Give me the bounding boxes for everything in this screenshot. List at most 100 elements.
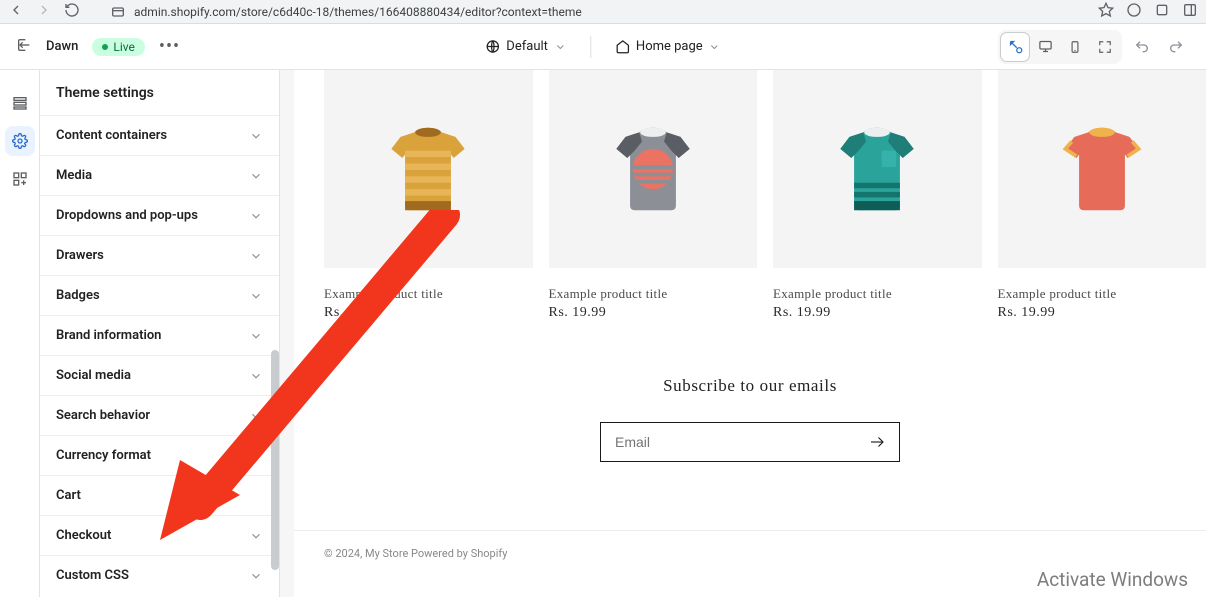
preview-footer: © 2024, My Store Powered by Shopify — [294, 530, 1206, 560]
viewport-fullscreen-icon[interactable] — [1091, 33, 1119, 61]
product-price: Rs. 19.99 — [549, 305, 758, 321]
sidebar-item-search[interactable]: Search behavior — [40, 395, 279, 435]
reload-icon[interactable] — [64, 2, 80, 22]
undo-icon[interactable] — [1128, 33, 1156, 61]
product-price: Rs. 19.99 — [324, 305, 533, 321]
redo-icon[interactable] — [1162, 33, 1190, 61]
preview-pane: Example product title Rs. 19.99 — [280, 70, 1206, 597]
page-label: Home page — [636, 39, 703, 54]
exit-icon[interactable] — [16, 37, 32, 57]
sidebar-item-currency[interactable]: Currency format — [40, 435, 279, 475]
product-price: Rs. 19.99 — [773, 305, 982, 321]
divider — [590, 36, 591, 58]
more-menu-icon[interactable]: ••• — [159, 36, 180, 57]
sidebar-item-content-containers[interactable]: Content containers — [40, 115, 279, 155]
product-title: Example product title — [324, 286, 533, 302]
tshirt-icon — [822, 114, 932, 224]
rail-apps-icon[interactable] — [5, 164, 35, 194]
viewport-inspector-icon[interactable] — [1001, 33, 1029, 61]
product-title: Example product title — [549, 286, 758, 302]
back-icon[interactable] — [8, 2, 24, 22]
forward-icon[interactable] — [36, 2, 52, 22]
chevron-down-icon — [249, 569, 263, 583]
product-title: Example product title — [773, 286, 982, 302]
chevron-down-icon — [249, 209, 263, 223]
viewport-mobile-icon[interactable] — [1061, 33, 1089, 61]
sidebar-item-label: Drawers — [56, 248, 104, 263]
chevron-down-icon — [249, 249, 263, 263]
extension-icon[interactable] — [1126, 2, 1142, 22]
sidebar-item-checkout[interactable]: Checkout — [40, 515, 279, 555]
newsletter-form — [600, 422, 900, 462]
chevron-down-icon — [249, 409, 263, 423]
chevron-down-icon — [249, 369, 263, 383]
newsletter-title: Subscribe to our emails — [294, 376, 1206, 396]
address-bar[interactable]: admin.shopify.com/store/c6d40c-18/themes… — [90, 4, 1088, 20]
chevron-down-icon — [249, 329, 263, 343]
tshirt-icon — [598, 114, 708, 224]
chevron-down-icon — [249, 169, 263, 183]
product-card[interactable]: Example product title Rs. 19.99 — [549, 70, 758, 321]
newsletter-section: Subscribe to our emails — [294, 321, 1206, 492]
product-card[interactable]: Example product title Rs. 19.99 — [773, 70, 982, 321]
sidebar-item-label: Badges — [56, 288, 100, 303]
tshirt-icon — [373, 114, 483, 224]
sidebar-item-label: Social media — [56, 368, 131, 383]
status-badge: Live — [92, 38, 144, 56]
editor-toolbar: Dawn Live ••• Default Home page — [0, 24, 1206, 70]
scrollbar-thumb[interactable] — [271, 350, 279, 570]
sidebar-item-label: Checkout — [56, 528, 111, 543]
chevron-down-icon — [249, 529, 263, 543]
url-text: admin.shopify.com/store/c6d40c-18/themes… — [134, 5, 582, 19]
sidebar-item-label: Media — [56, 168, 92, 183]
nav-rail — [0, 70, 40, 597]
panel-icon[interactable] — [1182, 2, 1198, 22]
rail-settings-icon[interactable] — [5, 126, 35, 156]
viewport-switcher — [998, 30, 1122, 64]
locale-label: Default — [506, 39, 548, 54]
page-selector[interactable]: Home page — [615, 39, 721, 54]
sidebar-item-label: Dropdowns and pop-ups — [56, 208, 198, 223]
sidebar-item-cart[interactable]: Cart — [40, 475, 279, 515]
sidebar-item-label: Search behavior — [56, 408, 150, 423]
product-title: Example product title — [998, 286, 1206, 302]
sidebar-item-label: Brand information — [56, 328, 161, 343]
watermark-title: Activate Windows — [1037, 568, 1188, 591]
sidebar-item-label: Content containers — [56, 128, 167, 143]
chevron-down-icon — [554, 41, 566, 53]
settings-sidebar: Theme settings Content containers Media … — [40, 70, 280, 597]
browser-chrome: admin.shopify.com/store/c6d40c-18/themes… — [0, 0, 1206, 24]
sidebar-item-label: Custom CSS — [56, 568, 129, 583]
sidebar-item-custom-css[interactable]: Custom CSS — [40, 555, 279, 595]
product-card[interactable]: Example product title Rs. 19.99 — [998, 70, 1206, 321]
product-grid: Example product title Rs. 19.99 — [294, 70, 1206, 321]
rail-sections-icon[interactable] — [5, 88, 35, 118]
sidebar-item-drawers[interactable]: Drawers — [40, 235, 279, 275]
star-icon[interactable] — [1098, 2, 1114, 22]
sidebar-item-brand[interactable]: Brand information — [40, 315, 279, 355]
puzzle-icon[interactable] — [1154, 2, 1170, 22]
theme-name: Dawn — [46, 39, 78, 54]
chevron-down-icon — [249, 289, 263, 303]
product-thumbnail — [324, 70, 533, 268]
sidebar-item-media[interactable]: Media — [40, 155, 279, 195]
product-thumbnail — [549, 70, 758, 268]
email-field[interactable] — [601, 434, 855, 450]
sidebar-header: Theme settings — [40, 70, 279, 115]
chevron-down-icon — [249, 129, 263, 143]
sidebar-item-label: Currency format — [56, 448, 151, 463]
sidebar-item-badges[interactable]: Badges — [40, 275, 279, 315]
product-price: Rs. 19.99 — [998, 305, 1206, 321]
sidebar-item-dropdowns[interactable]: Dropdowns and pop-ups — [40, 195, 279, 235]
product-thumbnail — [998, 70, 1206, 268]
footer-copyright: © 2024, My Store Powered by Shopify — [324, 547, 507, 560]
product-thumbnail — [773, 70, 982, 268]
chevron-down-icon — [709, 41, 721, 53]
sidebar-item-social[interactable]: Social media — [40, 355, 279, 395]
submit-arrow-icon[interactable] — [855, 433, 899, 451]
windows-watermark: Activate Windows — [1037, 568, 1188, 591]
locale-selector[interactable]: Default — [485, 39, 566, 54]
tshirt-icon — [1047, 114, 1157, 224]
product-card[interactable]: Example product title Rs. 19.99 — [324, 70, 533, 321]
viewport-desktop-icon[interactable] — [1031, 33, 1059, 61]
